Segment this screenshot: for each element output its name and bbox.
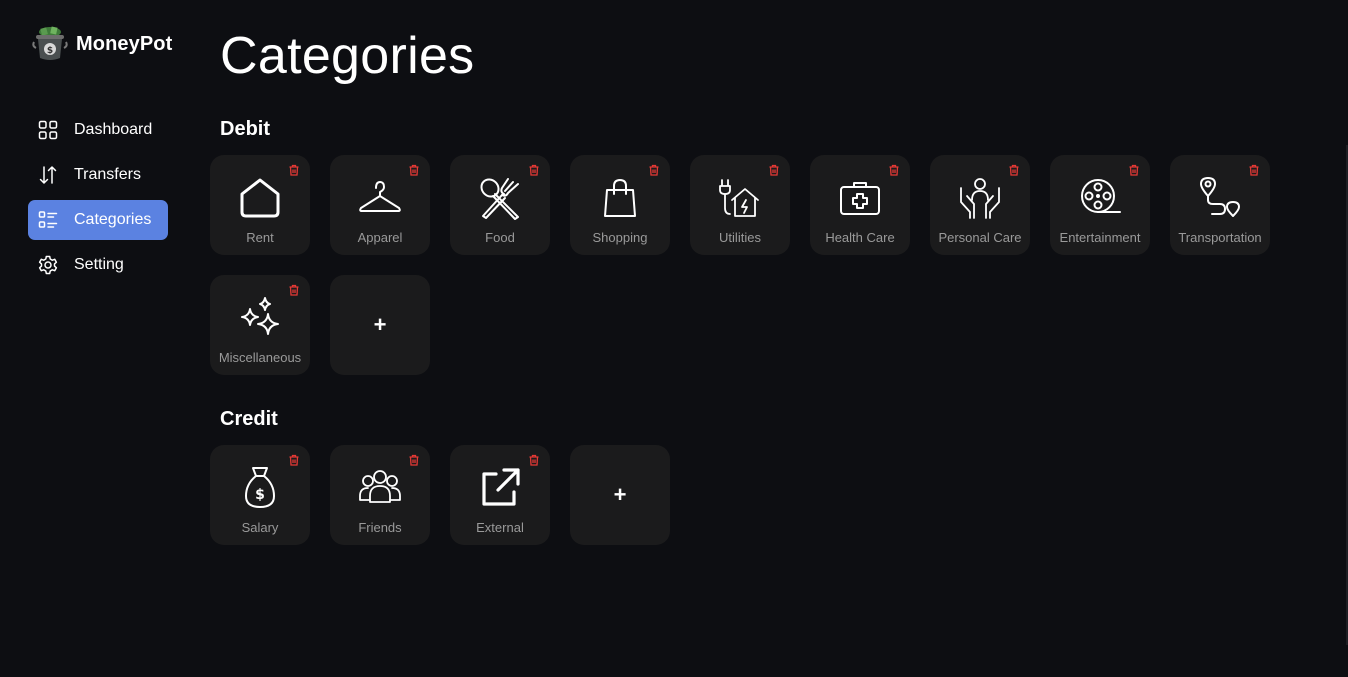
brand-name: MoneyPot: [76, 32, 173, 55]
page-title: Categories: [220, 27, 475, 85]
sparkles-icon: [241, 297, 279, 335]
category-card-miscellaneous[interactable]: Miscellaneous: [210, 275, 310, 375]
sidebar-item-label: Setting: [74, 256, 124, 273]
trash-icon[interactable]: [1008, 164, 1020, 176]
category-label: Transportation: [1178, 230, 1262, 245]
sidebar-item-label: Dashboard: [74, 121, 153, 138]
category-label: Apparel: [357, 230, 403, 245]
categories-list-icon: [38, 211, 58, 228]
category-card-utilities[interactable]: Utilities: [690, 155, 790, 255]
dashboard-grid-icon: [38, 120, 58, 140]
category-label: Personal Care: [938, 230, 1022, 245]
trash-icon[interactable]: [528, 164, 540, 176]
person-hands-icon: [960, 178, 1000, 219]
svg-text:$: $: [255, 487, 265, 503]
category-card-shopping[interactable]: Shopping: [570, 155, 670, 255]
hanger-icon: [359, 181, 401, 212]
debit-category-grid: Rent Apparel Food Shopping Utilities Hea…: [210, 155, 1290, 395]
trash-icon[interactable]: [1248, 164, 1260, 176]
category-card-rent[interactable]: Rent: [210, 155, 310, 255]
category-label: Health Care: [825, 230, 895, 245]
trash-icon[interactable]: [528, 454, 540, 466]
trash-icon[interactable]: [888, 164, 900, 176]
category-label: Salary: [241, 520, 279, 535]
category-label: Food: [485, 230, 515, 245]
plus-icon: +: [373, 312, 387, 337]
credit-category-grid: $ Salary Friends External +: [210, 445, 1290, 565]
sidebar-item-label: Categories: [74, 211, 152, 228]
category-label: Shopping: [592, 230, 648, 245]
trash-icon[interactable]: [408, 454, 420, 466]
category-label: Friends: [358, 520, 402, 535]
trash-icon[interactable]: [1128, 164, 1140, 176]
fork-spoon-icon: [480, 178, 519, 220]
gear-icon: [38, 255, 58, 275]
category-card-entertainment[interactable]: Entertainment: [1050, 155, 1150, 255]
trash-icon[interactable]: [288, 454, 300, 466]
app-window: $ MoneyPot Dashboard Transfers Categorie…: [0, 0, 1348, 677]
people-group-icon: [359, 470, 401, 503]
trash-icon[interactable]: [408, 164, 420, 176]
credit-section-title: Credit: [220, 408, 278, 430]
plus-icon: +: [613, 482, 627, 507]
money-pot-icon: $: [32, 26, 68, 60]
category-card-apparel[interactable]: Apparel: [330, 155, 430, 255]
category-card-health-care[interactable]: Health Care: [810, 155, 910, 255]
category-card-salary[interactable]: $ Salary: [210, 445, 310, 545]
film-reel-icon: [1081, 179, 1121, 213]
money-bag-icon: $: [245, 467, 275, 508]
sidebar-nav: Dashboard Transfers Categories Setting: [28, 110, 168, 290]
shopping-bag-icon: [604, 179, 636, 217]
category-label: Miscellaneous: [218, 350, 302, 365]
add-debit-category-button[interactable]: +: [330, 275, 430, 375]
external-link-icon: [482, 468, 520, 506]
brand[interactable]: $ MoneyPot: [32, 24, 172, 64]
house-plug-icon: [719, 179, 759, 217]
category-card-transportation[interactable]: Transportation: [1170, 155, 1270, 255]
debit-section-title: Debit: [220, 118, 270, 140]
sidebar-item-setting[interactable]: Setting: [28, 245, 168, 285]
svg-text:$: $: [47, 46, 53, 56]
category-label: External: [476, 520, 524, 535]
trash-icon[interactable]: [648, 164, 660, 176]
category-label: Entertainment: [1059, 230, 1141, 245]
category-label: Utilities: [719, 230, 761, 245]
first-aid-kit-icon: [840, 182, 880, 215]
category-card-friends[interactable]: Friends: [330, 445, 430, 545]
add-credit-category-button[interactable]: +: [570, 445, 670, 545]
transfer-arrows-icon: [39, 166, 57, 184]
trash-icon[interactable]: [768, 164, 780, 176]
sidebar: $ MoneyPot Dashboard Transfers Categorie…: [0, 0, 190, 677]
sidebar-item-transfers[interactable]: Transfers: [28, 155, 168, 195]
sidebar-item-label: Transfers: [74, 166, 141, 183]
category-label: Rent: [246, 230, 274, 245]
category-card-food[interactable]: Food: [450, 155, 550, 255]
trash-icon[interactable]: [288, 164, 300, 176]
sidebar-item-dashboard[interactable]: Dashboard: [28, 110, 168, 150]
category-card-external[interactable]: External: [450, 445, 550, 545]
house-icon: [240, 178, 280, 218]
trash-icon[interactable]: [288, 284, 300, 296]
sidebar-item-categories[interactable]: Categories: [28, 200, 168, 240]
route-pin-icon: [1200, 177, 1240, 217]
category-card-personal-care[interactable]: Personal Care: [930, 155, 1030, 255]
